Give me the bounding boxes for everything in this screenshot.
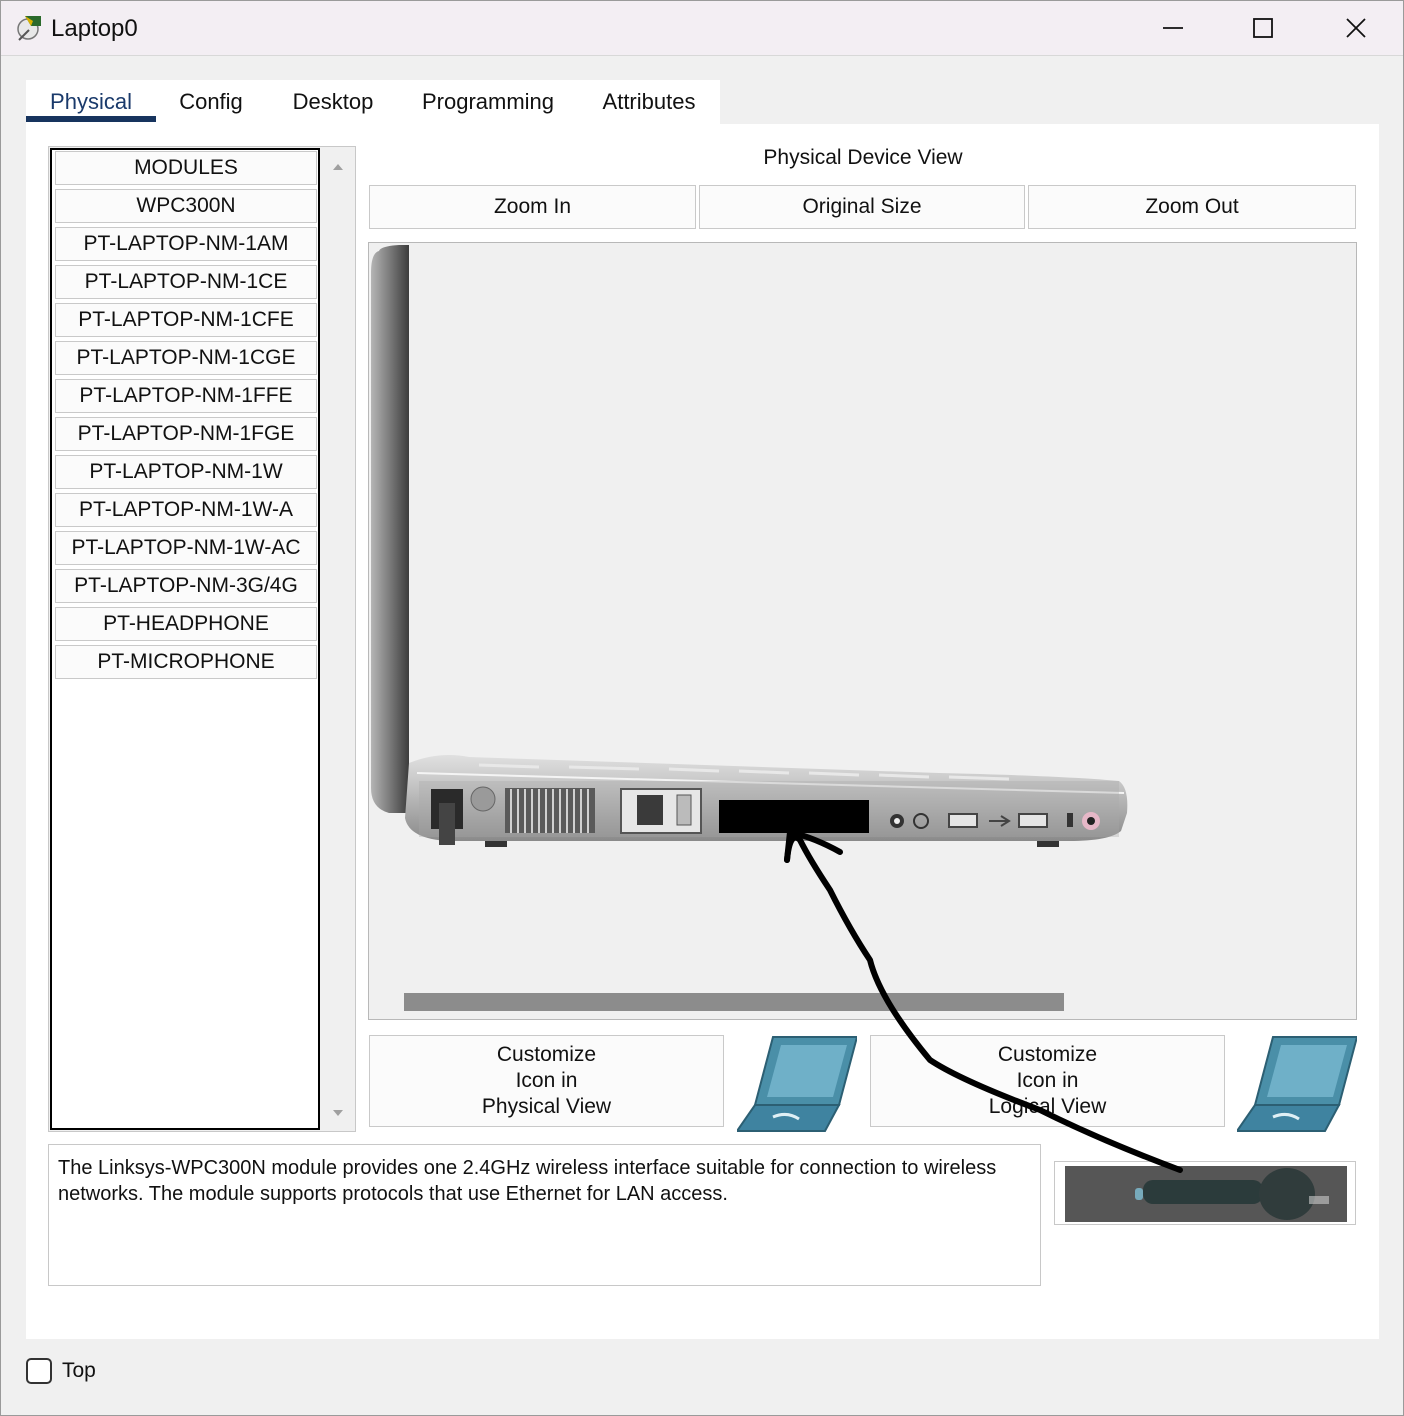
scroll-down-arrow-icon[interactable] — [331, 1106, 345, 1120]
module-item[interactable]: PT-HEADPHONE — [55, 607, 317, 641]
module-item[interactable]: PT-LAPTOP-NM-1CGE — [55, 341, 317, 375]
module-preview-frame — [1054, 1161, 1356, 1225]
window-title: Laptop0 — [51, 15, 138, 42]
module-item[interactable]: PT-LAPTOP-NM-1AM — [55, 227, 317, 261]
zoom-in-button[interactable]: Zoom In — [369, 185, 696, 229]
module-item[interactable]: PT-LAPTOP-NM-1CFE — [55, 303, 317, 337]
laptop-side-image — [371, 245, 1128, 847]
customize-physical-line3: Physical View — [481, 1095, 612, 1118]
top-checkbox[interactable] — [26, 1358, 52, 1384]
device-viewport[interactable] — [368, 242, 1357, 1020]
original-size-button[interactable]: Original Size — [699, 185, 1025, 229]
device-view-title: Physical Device View — [763, 146, 963, 169]
laptop-icon — [1237, 1036, 1357, 1132]
customize-physical-line2: Icon in — [515, 1069, 578, 1092]
module-header[interactable]: MODULES — [55, 151, 317, 185]
customize-logical-line2: Icon in — [1016, 1069, 1079, 1092]
module-list: MODULES WPC300N PT-LAPTOP-NM-1AM PT-LAPT… — [50, 148, 320, 1130]
module-item[interactable]: PT-LAPTOP-NM-1W — [55, 455, 317, 489]
device-window: Laptop0 Physical Config Desktop Programm… — [0, 0, 1404, 1416]
maximize-button[interactable] — [1217, 1, 1309, 55]
module-item[interactable]: PT-LAPTOP-NM-1FGE — [55, 417, 317, 451]
maximize-icon — [1253, 18, 1273, 38]
minimize-icon — [1163, 27, 1183, 29]
customize-logical-line1: Customize — [997, 1043, 1098, 1066]
tab-attributes[interactable]: Attributes — [590, 80, 708, 124]
customize-logical-line3: Logical View — [988, 1095, 1107, 1118]
top-checkbox-label: Top — [62, 1359, 96, 1382]
close-icon — [1346, 18, 1366, 38]
module-item[interactable]: PT-LAPTOP-NM-1CE — [55, 265, 317, 299]
minimize-button[interactable] — [1127, 1, 1219, 55]
customize-logical-icon-button[interactable]: Customize Icon in Logical View — [870, 1035, 1225, 1127]
wpc300n-module-image — [1065, 1166, 1347, 1222]
scroll-up-arrow-icon[interactable] — [331, 160, 345, 174]
viewport-scrollbar-thumb[interactable] — [404, 993, 1064, 1011]
module-list-scrollbar[interactable] — [323, 148, 353, 1130]
customize-physical-icon-button[interactable]: Customize Icon in Physical View — [369, 1035, 724, 1127]
module-item[interactable]: PT-LAPTOP-NM-1W-A — [55, 493, 317, 527]
tab-programming[interactable]: Programming — [410, 80, 566, 124]
module-item[interactable]: PT-LAPTOP-NM-1W-AC — [55, 531, 317, 565]
packet-tracer-app-icon — [17, 16, 41, 41]
laptop-icon — [737, 1036, 857, 1132]
module-item[interactable]: PT-LAPTOP-NM-3G/4G — [55, 569, 317, 603]
title-bar: Laptop0 — [1, 1, 1403, 56]
zoom-out-button[interactable]: Zoom Out — [1028, 185, 1356, 229]
tab-config[interactable]: Config — [166, 80, 256, 124]
tab-desktop[interactable]: Desktop — [278, 80, 388, 124]
customize-physical-line1: Customize — [496, 1043, 597, 1066]
active-tab-indicator — [26, 116, 156, 122]
module-item[interactable]: PT-MICROPHONE — [55, 645, 317, 679]
module-description: The Linksys-WPC300N module provides one … — [48, 1144, 1041, 1286]
close-button[interactable] — [1310, 1, 1402, 55]
module-item[interactable]: PT-LAPTOP-NM-1FFE — [55, 379, 317, 413]
module-item[interactable]: WPC300N — [55, 189, 317, 223]
